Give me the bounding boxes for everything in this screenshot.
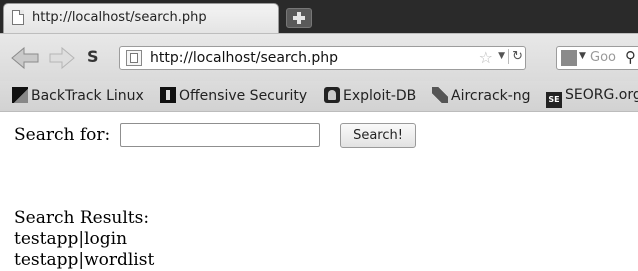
address-bar[interactable]: http://localhost/search.php ☆ ▼ ↻ bbox=[119, 46, 526, 70]
bookmark-label: Aircrack-ng bbox=[451, 88, 531, 104]
bookmark-star-icon[interactable]: ☆ bbox=[479, 48, 493, 67]
search-icon[interactable]: ⚲ bbox=[625, 48, 636, 66]
bookmark-label: Offensive Security bbox=[179, 88, 308, 104]
offensive-security-icon bbox=[160, 87, 176, 103]
back-arrow-icon[interactable] bbox=[10, 46, 40, 70]
backtrack-icon bbox=[12, 87, 28, 103]
new-tab-button[interactable] bbox=[286, 8, 312, 28]
chevron-down-icon[interactable]: ▼ bbox=[579, 51, 586, 61]
result-item: testapp|wordlist bbox=[14, 250, 155, 270]
bookmarks-toolbar: BackTrack Linux Offensive Security Explo… bbox=[0, 81, 638, 112]
bookmark-label: SEORG.org bbox=[565, 87, 638, 103]
search-engine-icon[interactable] bbox=[561, 50, 577, 66]
tab-title: http://localhost/search.php bbox=[32, 10, 207, 25]
page-icon bbox=[12, 10, 24, 25]
bookmark-label: Exploit-DB bbox=[343, 88, 417, 104]
results-heading: Search Results: bbox=[14, 208, 150, 228]
browser-tab[interactable]: http://localhost/search.php bbox=[3, 3, 279, 33]
forward-arrow-icon[interactable] bbox=[48, 46, 76, 70]
search-button[interactable]: Search! bbox=[340, 123, 416, 148]
bookmark-backtrack-linux[interactable]: BackTrack Linux bbox=[12, 87, 144, 105]
seorg-icon: SE bbox=[546, 92, 562, 108]
reload-icon[interactable]: ↻ bbox=[508, 49, 523, 64]
navigation-bar: S http://localhost/search.php ☆ ▼ ↻ ▼ Go… bbox=[0, 33, 638, 82]
tab-strip: http://localhost/search.php bbox=[0, 0, 638, 33]
search-placeholder: Goo bbox=[590, 50, 616, 65]
aircrack-icon bbox=[432, 87, 448, 103]
bookmark-aircrack-ng[interactable]: Aircrack-ng bbox=[432, 87, 531, 105]
result-item: testapp|login bbox=[14, 229, 128, 249]
url-dropdown-icon[interactable]: ▼ bbox=[498, 51, 505, 61]
s-addon-button[interactable]: S bbox=[87, 47, 99, 66]
search-input[interactable] bbox=[120, 123, 320, 147]
bookmark-seorg[interactable]: SE SEORG.org bbox=[546, 87, 638, 108]
bookmark-exploit-db[interactable]: Exploit-DB bbox=[324, 87, 416, 105]
bookmark-label: BackTrack Linux bbox=[31, 88, 144, 104]
bookmark-offensive-security[interactable]: Offensive Security bbox=[160, 87, 307, 105]
search-engine-box[interactable]: ▼ Goo ⚲ bbox=[556, 46, 638, 70]
page-icon bbox=[126, 50, 142, 66]
search-label: Search for: bbox=[14, 125, 111, 145]
url-text: http://localhost/search.php bbox=[150, 50, 339, 66]
exploit-db-icon bbox=[324, 87, 340, 103]
